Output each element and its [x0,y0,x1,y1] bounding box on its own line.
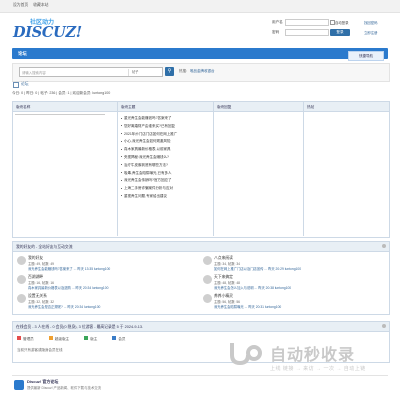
forgot-password-link[interactable]: 找回密码 [364,20,378,25]
friend-item[interactable]: 设置无关系 主题: 32, 帖数: 32 深光养生会是否正规呢? ... 昨天 … [17,294,187,312]
col-hot-threads: 热帖 [307,104,315,109]
col-divider [303,102,304,236]
avatar [17,294,26,303]
password-row: 密码 登录 立即注册 [272,29,392,36]
thread-item[interactable]: 深光养生会传销吗?官方回应了 [121,178,216,186]
hot-search: 热搜: 唯品金牌收银台 [179,69,214,74]
thread-item[interactable]: 重视养生问题,专家给出建议 [121,194,216,202]
col-divider [117,102,118,236]
friend-last-post[interactable]: 深光养生会是否正规呢? ... 昨天 20:34 luntong100 [28,304,100,309]
thread-item[interactable]: 重光养生会能赚钱吗?答案来了 [121,116,216,124]
thread-item[interactable]: 治疗牛皮癣到底有哪些方法? [121,163,216,171]
col-board-topics: 版块主题 [121,104,136,109]
watermark: 自动秒收录 上线 链接 → 来访 → 一次 → 自动上链 [224,339,394,381]
online-title: 在线会员 - 3 人在线 - 0 会员(0 隐身), 3 位游客 - 最高记录是… [16,324,144,329]
search-placeholder: 请输入搜索内容 [22,71,46,75]
admin-icon [17,336,21,340]
footer-subtitle: 提供最新 Discuz! 产品新闻、软件下载与技术交流 [27,386,102,390]
online-legend: 管理员 超级版主 版主 会员 [17,336,140,342]
thread-item[interactable]: 吸毒,养生会陷阱曝光,已有多人 [121,171,216,179]
board-header: 版块名称 版块主题 版块回复 热帖 [13,102,389,112]
friend-last-post[interactable]: 真木家具最新价格表以及选购 ... 昨天 20:34 luntong100 [28,285,108,290]
legend-super-mod: 超级版主 [48,336,69,341]
legend-member: 会员 [112,336,126,341]
col-board-name: 版块名称 [16,104,31,109]
friend-item[interactable]: 八点来阅读 主题: 34, 帖数: 34 如何在网上推广门店以及门店宣传 ...… [203,256,373,274]
home-icon[interactable] [13,82,19,88]
register-link[interactable]: 立即注册 [364,30,378,35]
password-label: 密码 [272,30,280,34]
search-scope-select[interactable]: 帖子 [128,68,162,76]
friend-last-post[interactable]: 如何在网上推广门店以及门店宣传 ... 昨天 20:29 luntong100 [214,266,301,271]
collapse-icon[interactable] [382,244,386,248]
header: 社区动力 DISCUZ! 用户名 自动登录 找回密码 密码 登录 立即注册 [12,12,388,47]
forum-stats: 今日: 0 | 昨日: 0 | 帖子: 236 | 会员: 1 | 欢迎新会员:… [12,91,111,95]
friend-item[interactable]: 养养小精灵 主题: 56, 帖数: 56 深光养生会陷阱曝光 ... 昨天 20… [203,294,373,312]
search-button[interactable]: ⚲ [165,67,174,76]
search-input[interactable]: 请输入搜索内容 帖子 [19,67,163,77]
avatar [17,256,26,265]
breadcrumb-forum[interactable]: 论坛 [21,82,29,87]
search-bar: 请输入搜索内容 帖子 ⚲ 热搜: 唯品金牌收银台 [12,63,390,82]
thread-item[interactable]: 小心,深光养生会如何规避风险 [121,139,216,147]
watermark-subtext: 上线 链接 → 来访 → 一次 → 自动上链 [270,366,366,372]
friend-last-post[interactable]: 深光养生会能赚钱吗?答案来了 ... 昨天 13:35 luntong100 [28,266,110,271]
thread-item[interactable]: 上海二手房诈骗案件分析与应对 [121,186,216,194]
board-panel: 版块名称 版块主题 版块回复 热帖 重光养生会能赚钱吗?答案来了 您好离婚财产由… [12,101,390,238]
online-header: 在线会员 - 3 人在线 - 0 会员(0 隐身), 3 位游客 - 最高记录是… [13,322,389,332]
password-input[interactable] [285,29,329,36]
thread-item[interactable]: 2021年炒门店门店如何在网上推广 [121,132,216,140]
hot-search-term[interactable]: 唯品金牌收银台 [190,69,215,73]
online-note: 当前只有游客或隐身会员在线 [17,348,63,352]
hot-search-label: 热搜: [179,68,187,73]
friends-header: 我的好友的 - 全站好友与互动交流 [13,242,389,252]
friend-item[interactable]: 天下来搞定 主题: 48, 帖数: 48 深光养生会怎么加入与说明 ... 昨天… [203,275,373,293]
site-logo[interactable]: 社区动力 DISCUZ! [12,17,82,45]
thread-item[interactable]: 央视揭秘:深光养生会赚钱么? [121,155,216,163]
watermark-text: 自动秒收录 [270,345,356,364]
avatar [203,294,212,303]
friends-panel: 我的好友的 - 全站好友与互动交流 我的好友 主题: 49, 帖数: 49 深光… [12,241,390,315]
moderator-icon [84,336,89,340]
thread-item[interactable]: 您好离婚财产由谁来买?已有回复 [121,124,216,132]
legend-admin: 管理员 [17,336,34,341]
friend-item[interactable]: 我的好友 主题: 49, 帖数: 49 深光养生会能赚钱吗?答案来了 ... 昨… [17,256,187,274]
avatar [17,275,26,284]
login-button[interactable]: 登录 [330,29,350,36]
set-homepage-link[interactable]: 设为首页 [13,3,28,7]
watermark-logo-icon [230,343,262,365]
breadcrumb: 论坛 [12,81,388,89]
username-input[interactable] [285,19,329,26]
search-icon: ⚲ [167,68,172,74]
thread-list: 重光养生会能赚钱吗?答案来了 您好离婚财产由谁来买?已有回复 2021年炒门店门… [121,116,216,202]
sub-bar: 快捷导航 [12,51,388,61]
username-label: 用户名 [272,20,283,24]
top-links: 设为首页 收藏本站 [13,3,52,8]
friend-last-post[interactable]: 深光养生会怎么加入与说明 ... 昨天 20:38 luntong100 [214,285,291,290]
discuz-logo-icon [14,380,24,390]
board-empty-row [15,114,105,117]
super-moderator-icon [48,336,53,340]
username-row: 用户名 自动登录 找回密码 [272,19,392,26]
thread-item[interactable]: 真木家具最新价格表,以前家具 [121,147,216,155]
legend-mod: 版主 [84,336,97,341]
logo-en-text: DISCUZ! [13,24,82,41]
remember-label: 自动登录 [335,21,349,25]
member-icon [112,336,117,340]
friends-title: 我的好友的 - 全站好友与互动交流 [16,244,73,249]
quick-nav-button[interactable]: 快捷导航 [348,51,384,61]
avatar [203,256,212,265]
collapse-icon[interactable] [382,324,386,328]
col-board-replies: 版块回复 [217,104,232,109]
friend-last-post[interactable]: 深光养生会陷阱曝光 ... 昨天 20:31 luntong100 [214,304,281,309]
friend-item[interactable]: 百湖湖畔 主题: 16, 帖数: 16 真木家具最新价格表以及选购 ... 昨天… [17,275,187,293]
bookmark-link[interactable]: 收藏本站 [33,3,48,7]
avatar [203,275,212,284]
